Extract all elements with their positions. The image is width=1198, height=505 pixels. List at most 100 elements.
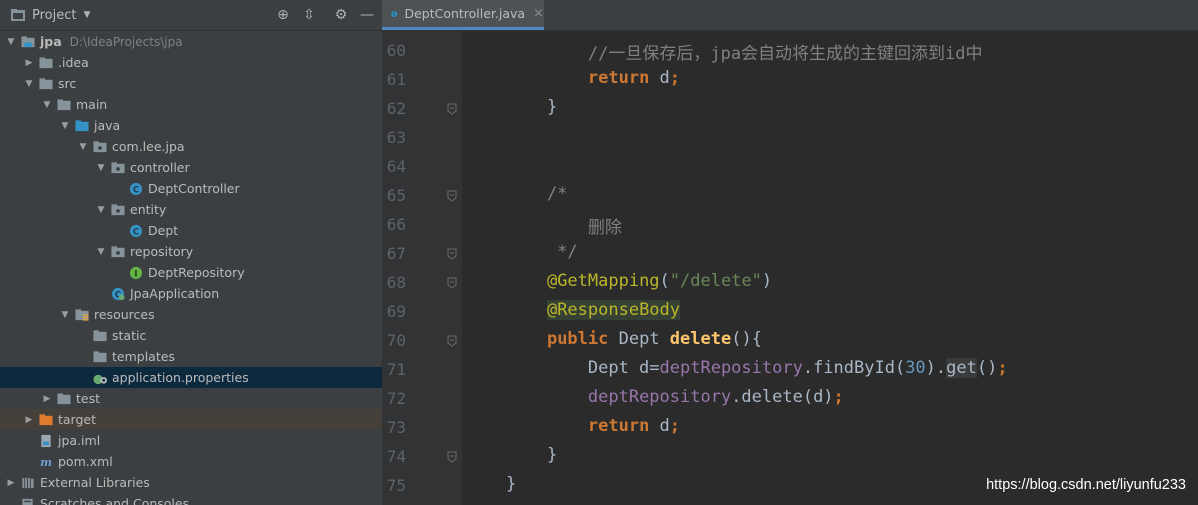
package-icon — [111, 203, 125, 215]
watermark-text: https://blog.csdn.net/liyunfu233 — [986, 477, 1186, 493]
tree-item[interactable]: templates — [0, 346, 382, 367]
chevron-down-icon[interactable]: ▼ — [24, 79, 34, 89]
line-number: 63 — [386, 128, 406, 147]
tree-item[interactable]: ▼ repository — [0, 241, 382, 262]
locate-target-icon[interactable]: ⊕ — [275, 7, 291, 23]
tab-deptcontroller[interactable]: C DeptController.java × — [382, 0, 544, 30]
fold-marker-icon[interactable] — [447, 103, 457, 115]
spring-properties-icon — [93, 374, 107, 384]
tree-item[interactable]: Scratches and Consoles — [0, 493, 382, 505]
code-token: .findById( — [802, 358, 906, 378]
line-number: 71 — [386, 360, 406, 379]
chevron-right-icon[interactable]: ▶ — [24, 415, 34, 425]
tree-item[interactable]: jpa.iml — [0, 430, 382, 451]
collapse-all-icon[interactable]: ⇳ — [301, 7, 317, 23]
tree-item[interactable]: ▼ jpa D:\IdeaProjects\jpa — [0, 31, 382, 52]
chevron-down-icon[interactable]: ▼ — [96, 163, 106, 173]
project-icon — [11, 9, 25, 21]
svg-text:C: C — [133, 226, 139, 236]
code-token: get — [946, 358, 977, 378]
chevron-down-icon[interactable]: ▼ — [78, 142, 88, 152]
code-line: /* — [506, 184, 567, 204]
tree-item[interactable]: C DeptController — [0, 178, 382, 199]
tree-item[interactable]: ▶ External Libraries — [0, 472, 382, 493]
tree-item-label: java — [94, 118, 121, 133]
code-token: ; — [669, 416, 681, 436]
chevron-down-icon[interactable]: ▼ — [42, 100, 52, 110]
chevron-down-icon[interactable]: ▼ — [60, 310, 70, 320]
project-view-selector[interactable]: Project ▼ — [10, 8, 90, 23]
fold-marker-icon[interactable] — [447, 190, 457, 202]
tree-item-label: .idea — [58, 55, 89, 70]
tree-item[interactable]: C Dept — [0, 220, 382, 241]
tree-item-label: JpaApplication — [130, 286, 220, 301]
tree-item[interactable]: ▼ main — [0, 94, 382, 115]
code-token: deptRepository — [659, 358, 803, 378]
tree-item[interactable]: C JpaApplication — [0, 283, 382, 304]
fold-marker-icon[interactable] — [447, 335, 457, 347]
line-number: 73 — [386, 418, 406, 437]
close-icon[interactable]: × — [533, 6, 544, 21]
code-token: //一旦保存后，jpa会自动将生成的主键回添到id中 — [506, 44, 983, 64]
chevron-right-icon[interactable]: ▶ — [42, 394, 52, 404]
code-line: @GetMapping("/delete") — [506, 271, 772, 291]
tree-item[interactable]: ▶ target — [0, 409, 382, 430]
libraries-icon — [22, 477, 34, 488]
fold-marker-icon[interactable] — [447, 451, 457, 463]
tree-item-label: static — [112, 328, 147, 343]
hide-panel-icon[interactable]: — — [359, 7, 375, 23]
code-token: */ — [506, 242, 578, 262]
tab-label: DeptController.java — [404, 6, 526, 21]
tree-item[interactable]: ▼ controller — [0, 157, 382, 178]
tree-item-label: main — [76, 97, 108, 112]
chevron-down-icon[interactable]: ▼ — [96, 247, 106, 257]
tree-item[interactable]: ▼ java — [0, 115, 382, 136]
svg-text:C: C — [133, 184, 139, 194]
chevron-right-icon[interactable]: ▶ — [24, 58, 34, 68]
chevron-down-icon[interactable]: ▼ — [6, 37, 16, 47]
code-line: return d; — [506, 68, 680, 88]
chevron-down-icon[interactable]: ▼ — [60, 121, 70, 131]
scratches-icon — [22, 498, 33, 505]
line-number: 68 — [386, 273, 406, 292]
line-number: 60 — [386, 41, 406, 60]
code-line: public Dept delete(){ — [506, 329, 762, 349]
chevron-right-icon[interactable]: ▶ — [6, 478, 16, 488]
tree-item[interactable]: static — [0, 325, 382, 346]
class-icon: C — [129, 224, 143, 237]
tree-item-label: templates — [112, 349, 175, 364]
folder-icon — [57, 392, 71, 404]
tree-item[interactable]: ▼ src — [0, 73, 382, 94]
fold-marker-icon[interactable] — [447, 248, 457, 260]
chevron-down-icon[interactable]: ▼ — [96, 205, 106, 215]
tree-item[interactable]: ▼ entity — [0, 199, 382, 220]
line-number: 66 — [386, 215, 406, 234]
code-token: Dept d= — [506, 358, 660, 378]
fold-marker-icon[interactable] — [447, 277, 457, 289]
tree-item[interactable]: ▼ com.lee.jpa — [0, 136, 382, 157]
line-number: 75 — [386, 476, 406, 495]
tree-item[interactable]: ▼ resources — [0, 304, 382, 325]
chevron-down-icon[interactable]: ▼ — [83, 10, 90, 20]
gear-icon[interactable]: ⚙ — [333, 7, 349, 23]
tree-item-label: DeptRepository — [148, 265, 245, 280]
code-token: ; — [669, 68, 681, 88]
tree-item[interactable]: m pom.xml — [0, 451, 382, 472]
code-token: public — [546, 329, 609, 349]
folder-icon — [93, 329, 107, 341]
folder-icon — [39, 56, 53, 68]
line-number-gutter: 60 61 62 63 64 65 66 67 68 69 70 71 72 73 74 75 — [382, 31, 462, 505]
tree-item[interactable]: application.properties — [0, 367, 382, 388]
tree-item[interactable]: ▶ test — [0, 388, 382, 409]
code-token: (){ — [731, 329, 762, 349]
project-panel: Project ▼ ⊕ ⇳ ⚙ — ▼ jpa D:\IdeaProjects\jp… — [0, 0, 382, 505]
tree-item-label: repository — [130, 244, 194, 259]
tree-item[interactable]: I DeptRepository — [0, 262, 382, 283]
tree-item[interactable]: ▶ .idea — [0, 52, 382, 73]
editor-tab-bar: C DeptController.java × — [382, 0, 1198, 31]
code-line: Dept d=deptRepository.findById(30).get()… — [506, 358, 1008, 378]
package-icon — [93, 140, 107, 152]
tree-item-label: entity — [130, 202, 167, 217]
interface-icon: I — [129, 266, 143, 279]
